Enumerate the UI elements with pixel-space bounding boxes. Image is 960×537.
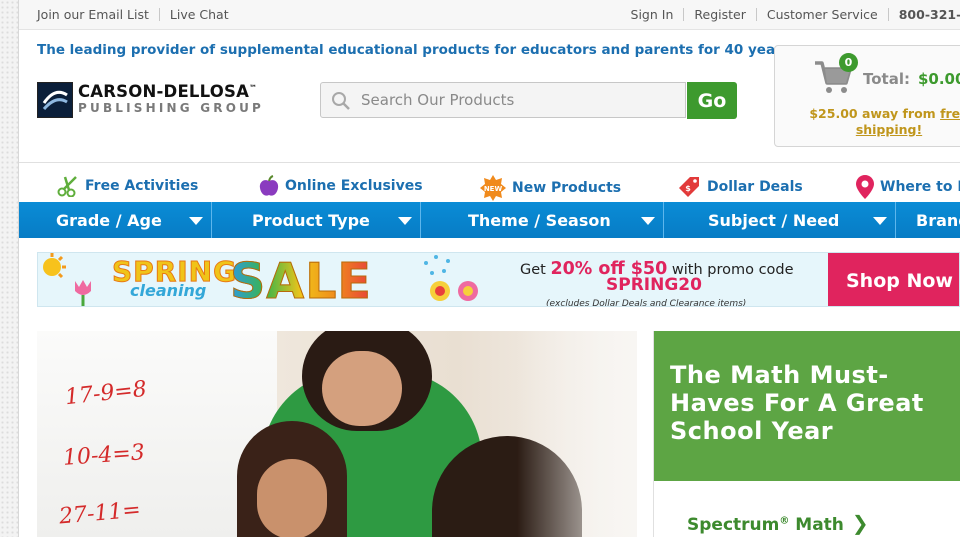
logo-trademark: ™ [249,83,258,93]
watering-can-icon [424,255,478,301]
chevron-down-icon [398,217,412,225]
chevron-down-icon [873,217,887,225]
promo-sale-text: SALE [230,253,372,306]
quick-link-online-exclusives[interactable]: Online Exclusives [259,175,423,197]
page: Join our Email List Live Chat Sign In Re… [19,0,960,537]
search-go-button[interactable]: Go [687,82,737,119]
window-light [517,331,637,537]
utility-bar: Join our Email List Live Chat Sign In Re… [19,0,960,30]
promo-banner[interactable]: SPRING cleaning SALE Get 20% off $50 wit… [37,252,960,307]
teacher-face [322,351,402,426]
hero-image[interactable]: 17-9=8 10-4=3 27-11= [37,331,637,537]
search-icon [331,91,351,111]
search-box [320,82,686,118]
free-shipping-text: $25.00 away from [809,106,941,121]
registered-mark: ® [779,515,790,527]
nav-subject-need[interactable]: Subject / Need [664,202,896,238]
cart-total-value: $0.00 [917,70,960,88]
nav-theme-season[interactable]: Theme / Season [421,202,664,238]
svg-text:$: $ [685,184,691,193]
divider [158,8,160,21]
customer-service-link[interactable]: Customer Service [767,7,878,22]
divider [755,8,757,21]
chevron-right-icon: ❯ [851,511,869,535]
quick-link-new-products[interactable]: NEW New Products [480,175,621,201]
nav-label: Grade / Age [56,210,162,230]
quick-link-where-to-buy[interactable]: Where to Bu [856,175,960,199]
cart-total-label: Total: [863,70,910,88]
apple-icon [259,175,279,196]
promo-fine-print: (excludes Dollar Deals and Clearance ite… [546,299,747,307]
quick-link-label: Dollar Deals [707,179,803,195]
nav-brand[interactable]: Brand [896,202,960,238]
quick-link-label: Free Activities [85,178,199,194]
quick-links-bar: Free Activities Online Exclusives NEW Ne… [19,162,960,203]
map-pin-icon [856,175,874,199]
sign-in-link[interactable]: Sign In [631,7,674,22]
quick-link-label: Where to Bu [880,179,960,195]
nav-label: Theme / Season [468,210,611,230]
phone-number: 800-321-0 [898,7,960,22]
nav-label: Brand [916,210,960,230]
logo-subtitle: PUBLISHING GROUP [78,101,265,115]
svg-text:NEW: NEW [484,185,503,193]
girl-face [257,459,327,537]
email-list-link[interactable]: Join our Email List [37,7,149,22]
promo-get-text: Get [520,262,546,278]
cart-count-badge: 0 [839,53,858,72]
nav-grade-age[interactable]: Grade / Age [19,202,212,238]
feature-header: The Math Must-Haves For A Great School Y… [654,331,960,481]
register-link[interactable]: Register [694,7,745,22]
search-input[interactable] [361,83,681,117]
free-shipping-link[interactable]: free [940,106,960,121]
logo[interactable]: CARSON-DELLOSA™ PUBLISHING GROUP [37,82,292,118]
tagline: The leading provider of supplemental edu… [37,42,795,58]
quick-link-free-activities[interactable]: Free Activities [57,175,198,197]
feature-panel: The Math Must-Haves For A Great School Y… [653,331,960,537]
quick-link-label: New Products [512,180,622,196]
nav-product-type[interactable]: Product Type [212,202,421,238]
quick-link-dollar-deals[interactable]: $ Dollar Deals [677,175,803,199]
promo-code: SPRING20 [606,275,702,295]
promo-cleaning-text: cleaning [130,281,207,300]
feature-title: The Math Must-Haves For A Great School Y… [670,361,924,445]
main-nav: Grade / Age Product Type Theme / Season … [19,202,960,238]
divider [683,8,685,21]
scissors-icon [57,176,77,197]
logo-mark-icon [37,82,73,118]
spectrum-math-link[interactable]: Spectrum® Math ❯ [687,511,869,535]
quick-link-label: Online Exclusives [285,178,423,194]
nav-label: Product Type [252,210,370,230]
divider [887,8,889,21]
nav-label: Subject / Need [708,210,840,230]
left-pattern-strip [0,0,19,537]
new-badge-icon: NEW [480,175,506,201]
logo-name: CARSON-DELLOSA [78,82,250,101]
price-tag-icon: $ [679,177,699,197]
shop-now-button[interactable]: Shop Now [828,253,959,306]
shipping-link[interactable]: shipping! [856,122,922,137]
link-brand: Spectrum [687,515,780,535]
tulip-icon [75,280,91,306]
chevron-down-icon [189,217,203,225]
live-chat-link[interactable]: Live Chat [170,7,229,22]
link-subject: Math [795,515,844,535]
cart-summary[interactable]: 0 Total: $0.00 $25.00 away from free shipp… [774,45,960,147]
chevron-down-icon [641,217,655,225]
